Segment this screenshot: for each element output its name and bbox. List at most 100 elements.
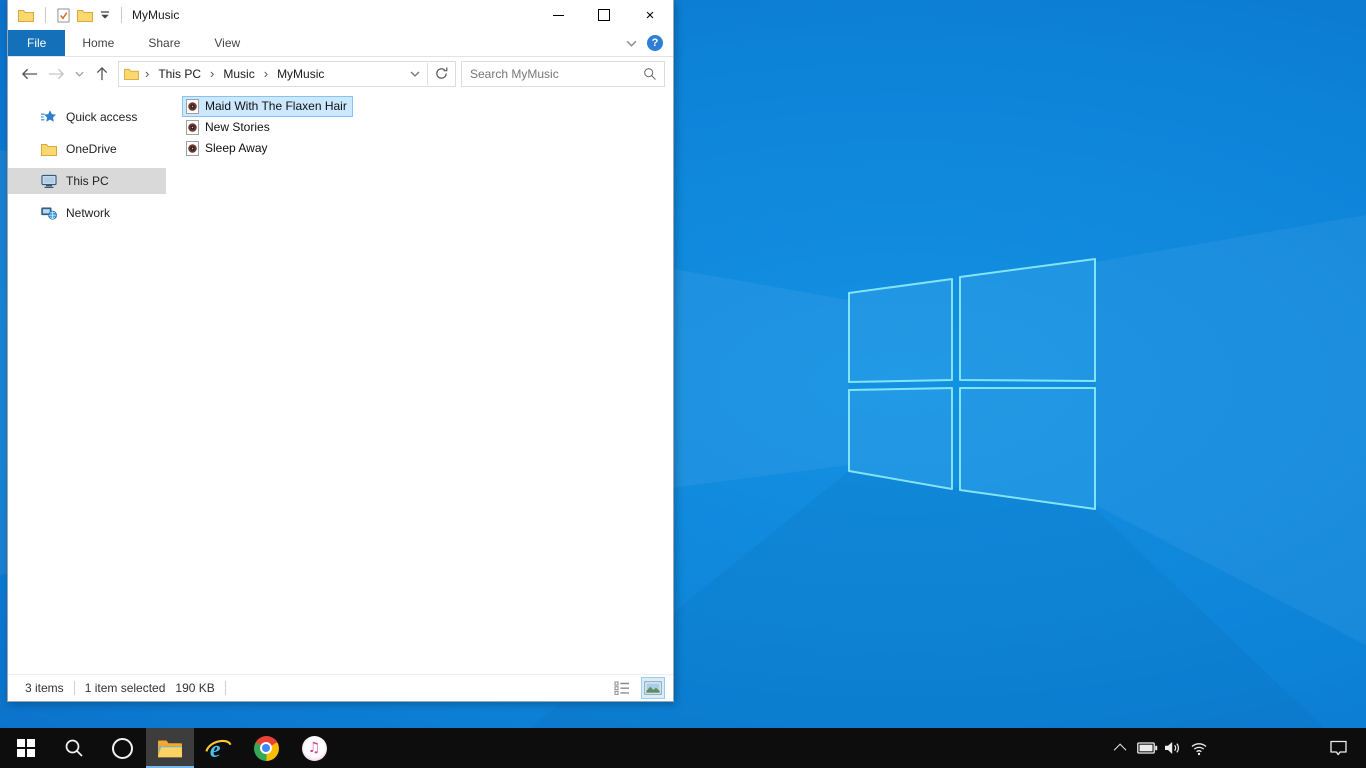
sidebar-item-label: OneDrive: [66, 142, 117, 156]
speaker-icon: [1165, 742, 1179, 754]
breadcrumb-item-this-pc[interactable]: This PC: [155, 67, 204, 81]
internet-explorer-button[interactable]: e: [194, 728, 242, 768]
details-view-button[interactable]: [610, 677, 634, 699]
ribbon-tab-bar: File Home Share View ?: [8, 30, 673, 57]
view-toggles: [610, 677, 665, 699]
breadcrumb-item-mymusic[interactable]: MyMusic: [274, 67, 327, 81]
battery-icon: [1136, 742, 1157, 754]
tab-home[interactable]: Home: [65, 30, 131, 56]
action-center-chat-bubble-icon: [1329, 740, 1347, 755]
recent-locations-button[interactable]: [72, 63, 86, 85]
this-pc-monitor-icon: [41, 174, 57, 188]
file-name: Maid With The Flaxen Hair: [205, 99, 347, 113]
sidebar-item-label: Network: [66, 206, 111, 220]
system-tray: [1108, 728, 1366, 768]
properties-icon[interactable]: [57, 8, 70, 23]
titlebar-separator: [45, 7, 46, 23]
thumbnail-view-icon: [644, 681, 662, 695]
file-name: New Stories: [205, 120, 270, 134]
chrome-button[interactable]: [242, 728, 290, 768]
action-center-button[interactable]: [1316, 728, 1360, 768]
itunes-button[interactable]: ♫: [290, 728, 338, 768]
new-folder-icon[interactable]: [77, 9, 93, 22]
window-controls: ×: [535, 0, 673, 30]
back-button[interactable]: [18, 63, 40, 85]
quick-access-toolbar: [8, 7, 126, 23]
breadcrumb-separator: ›: [210, 66, 215, 81]
close-button[interactable]: ×: [627, 0, 673, 30]
titlebar-separator: [121, 7, 122, 23]
help-icon[interactable]: ?: [647, 35, 663, 51]
wifi-indicator[interactable]: [1186, 728, 1212, 768]
sidebar-item-network[interactable]: Network: [8, 200, 166, 226]
itunes-music-note-icon: ♫: [301, 735, 327, 761]
address-divider: [427, 62, 428, 85]
file-row-sleep-away[interactable]: Sleep Away: [182, 138, 274, 159]
search-icon[interactable]: [636, 67, 664, 81]
address-dropdown-chevron-icon[interactable]: [410, 71, 420, 77]
cortana-circle-icon: [111, 737, 133, 759]
search-input[interactable]: [462, 66, 636, 81]
taskbar-file-explorer-button[interactable]: [146, 728, 194, 768]
volume-indicator[interactable]: [1160, 728, 1186, 768]
minimize-button[interactable]: [535, 0, 581, 30]
quick-access-star-icon: [41, 110, 56, 122]
large-icons-view-button[interactable]: [641, 677, 665, 699]
status-divider: [224, 681, 226, 695]
status-divider: [73, 681, 75, 695]
maximize-icon: [598, 9, 610, 21]
sidebar-item-label: This PC: [66, 174, 109, 188]
expand-ribbon-chevron-icon[interactable]: [626, 40, 637, 47]
internet-explorer-icon: e: [204, 737, 232, 762]
breadcrumb-separator: ›: [145, 66, 150, 81]
audio-file-icon: [186, 141, 199, 156]
onedrive-folder-icon: [41, 143, 57, 156]
chrome-icon: [253, 735, 279, 761]
window-title: MyMusic: [132, 8, 180, 22]
tab-file[interactable]: File: [8, 30, 66, 56]
up-arrow-icon: [96, 66, 108, 81]
back-arrow-icon: [21, 68, 37, 79]
address-right-controls: [405, 62, 453, 85]
network-icon: [41, 207, 57, 220]
minimize-icon: [552, 14, 564, 16]
forward-button[interactable]: [45, 63, 67, 85]
taskbar-search-button[interactable]: [50, 728, 98, 768]
ribbon-right-controls: ?: [626, 30, 673, 56]
app-folder-icon: [18, 9, 34, 22]
status-bar: 3 items 1 item selected 190 KB: [8, 674, 673, 701]
selected-size: 190 KB: [175, 681, 215, 695]
sidebar-item-label: Quick access: [66, 110, 138, 124]
windows-logo-icon: [17, 739, 35, 757]
maximize-button[interactable]: [581, 0, 627, 30]
desktop: MyMusic × File Home Share View ? › This …: [0, 0, 1366, 768]
breadcrumb-item-music[interactable]: Music: [220, 67, 257, 81]
taskbar: e ♫: [0, 728, 1366, 768]
close-icon: ×: [645, 6, 655, 24]
start-button[interactable]: [2, 728, 50, 768]
breadcrumb[interactable]: › This PC › Music › MyMusic: [118, 60, 456, 87]
cortana-button[interactable]: [98, 728, 146, 768]
up-button[interactable]: [91, 63, 113, 85]
sidebar-item-quick-access[interactable]: Quick access: [8, 104, 166, 130]
audio-file-icon: [186, 120, 199, 135]
location-folder-icon: [124, 68, 139, 80]
audio-file-icon: [186, 99, 199, 114]
search-box: [461, 60, 665, 87]
customize-qat-dropdown-icon[interactable]: [100, 10, 110, 20]
refresh-icon[interactable]: [434, 66, 449, 81]
selected-count: 1 item selected: [84, 681, 166, 695]
details-view-icon: [614, 681, 629, 695]
file-row-new-stories[interactable]: New Stories: [182, 117, 276, 138]
search-icon: [65, 739, 83, 757]
breadcrumb-separator: ›: [263, 66, 269, 81]
file-row-maid-with-the-flaxen-hair[interactable]: Maid With The Flaxen Hair: [182, 96, 353, 117]
items-count: 3 items: [25, 681, 64, 695]
show-hidden-icons-button[interactable]: [1108, 728, 1134, 768]
tab-view[interactable]: View: [197, 30, 257, 56]
forward-arrow-icon: [48, 68, 64, 79]
battery-indicator[interactable]: [1134, 728, 1160, 768]
tab-share[interactable]: Share: [131, 30, 197, 56]
sidebar-item-onedrive[interactable]: OneDrive: [8, 136, 166, 162]
sidebar-item-this-pc[interactable]: This PC: [8, 168, 166, 194]
